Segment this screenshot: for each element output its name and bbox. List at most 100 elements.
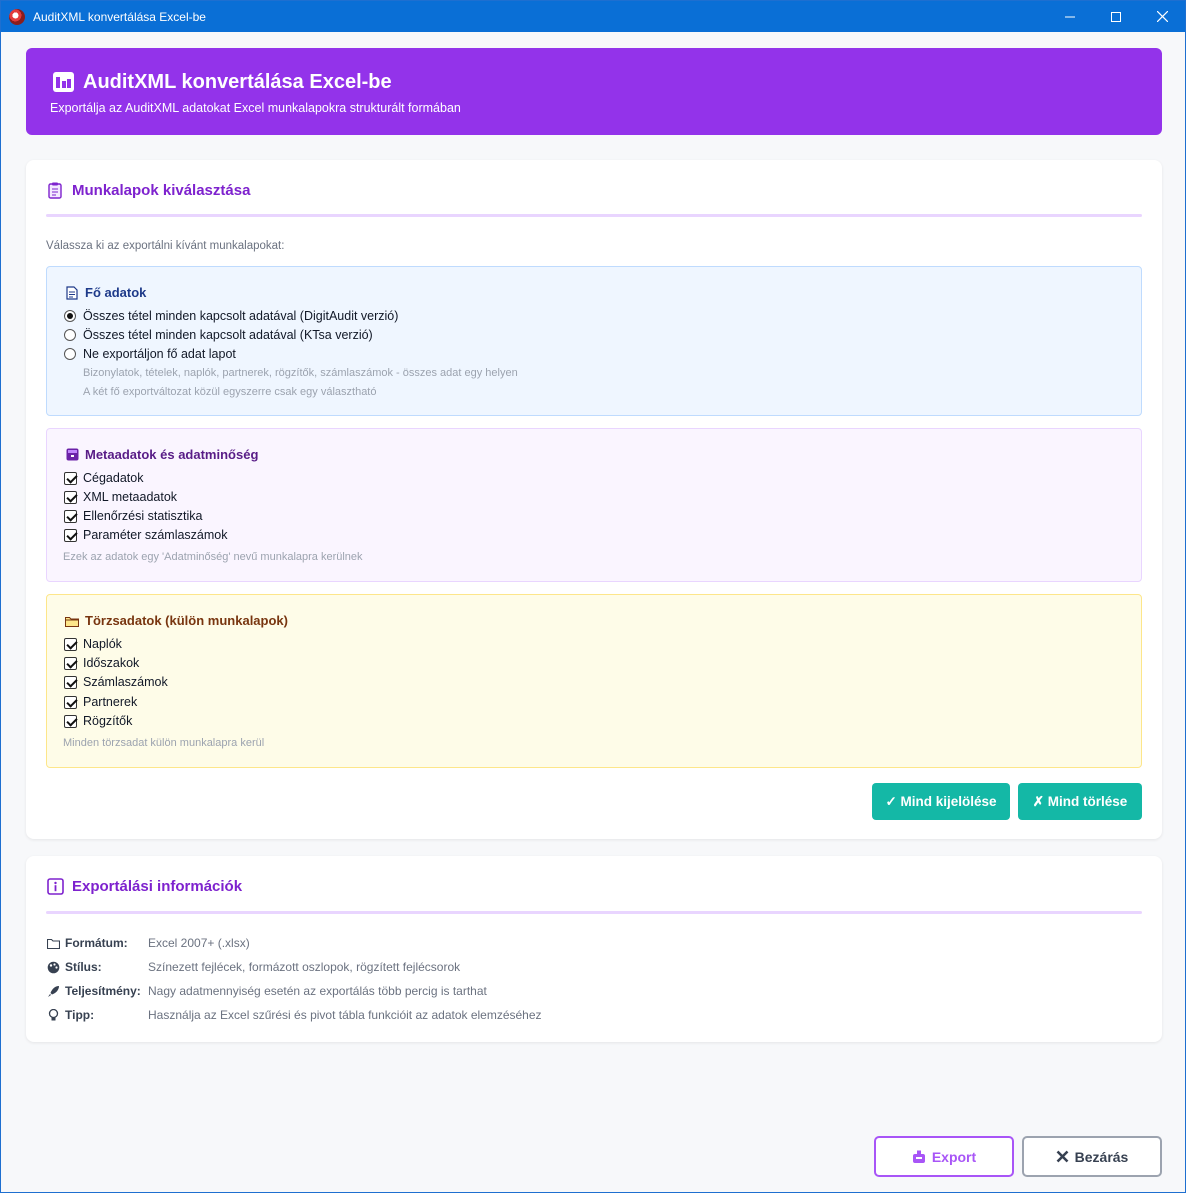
checkbox-journals[interactable]: Naplók [64, 637, 122, 651]
info-row-format: Formátum: [46, 936, 128, 950]
checkbox-recorders[interactable]: Rögzítők [64, 714, 132, 728]
archive-icon [65, 448, 79, 461]
master-data-title-label: Törzsadatok (külön munkalapok) [85, 613, 288, 628]
master-data-note: Minden törzsadat külön munkalapra kerül [63, 737, 265, 749]
app-icon [9, 8, 25, 25]
minimize-icon [1065, 16, 1075, 17]
rocket-icon [46, 985, 60, 998]
info-row-style: Stílus: [46, 960, 102, 974]
folder-icon [65, 615, 79, 627]
checkbox-label: Cégadatok [83, 471, 144, 485]
main-data-group: Fő adatok Összes tétel minden kapcsolt a… [46, 266, 1142, 416]
maximize-icon [1111, 11, 1121, 22]
export-info-title: Exportálási információk [46, 878, 242, 895]
checkbox-param-accounts[interactable]: Paraméter számlaszámok [64, 528, 228, 542]
info-row-performance: Teljesítmény: [46, 984, 141, 998]
close-icon [1156, 11, 1168, 22]
radio-button[interactable] [64, 348, 76, 360]
checkbox-label: Naplók [83, 637, 122, 651]
main-option-digitaudit[interactable]: Összes tétel minden kapcsolt adatával (D… [64, 309, 398, 323]
export-icon [912, 1150, 926, 1164]
sheets-card: Munkalapok kiválasztása Válassza ki az e… [26, 160, 1162, 839]
main-data-note: Bizonylatok, tételek, naplók, partnerek,… [83, 367, 518, 379]
master-data-group: Törzsadatok (külön munkalapok) Naplók Id… [46, 594, 1142, 768]
close-label: Bezárás [1074, 1148, 1129, 1165]
checkbox-partners[interactable]: Partnerek [64, 695, 137, 709]
checkbox-xml-metadata[interactable]: XML metaadatok [64, 490, 177, 504]
info-label: Stílus: [65, 960, 102, 974]
checkbox-label: Paraméter számlaszámok [83, 528, 228, 542]
bulb-icon [46, 1008, 60, 1022]
select-all-button[interactable]: ✓ Mind kijelölése [872, 783, 1010, 820]
info-value: Színezett fejlécek, formázott oszlopok, … [148, 960, 461, 974]
info-label: Formátum: [65, 936, 128, 950]
clear-all-button[interactable]: ✗ Mind törlése [1018, 783, 1142, 820]
metadata-group: Metaadatok és adatminőség Cégadatok XML … [46, 428, 1142, 582]
close-icon [1056, 1150, 1069, 1163]
divider [46, 911, 1142, 914]
checkbox-accounts[interactable]: Számlaszámok [64, 675, 168, 689]
close-window-button[interactable] [1139, 1, 1185, 32]
radio-button[interactable] [64, 310, 76, 322]
metadata-title: Metaadatok és adatminőség [65, 447, 258, 462]
checkbox[interactable] [64, 695, 77, 709]
export-button[interactable]: Export [874, 1136, 1014, 1177]
sheets-title-label: Munkalapok kiválasztása [72, 182, 251, 199]
checkbox-label: Időszakok [83, 656, 140, 670]
main-option-ktsa[interactable]: Összes tétel minden kapcsolt adatával (K… [64, 328, 373, 342]
clipboard-icon [46, 182, 64, 199]
export-info-title-label: Exportálási információk [72, 878, 243, 895]
checkbox-label: Számlaszámok [83, 675, 168, 689]
master-data-title: Törzsadatok (külön munkalapok) [65, 613, 288, 628]
checkbox-label: Partnerek [83, 695, 138, 709]
checkbox-check-stats[interactable]: Ellenőrzési statisztika [64, 509, 203, 523]
checkbox-label: Ellenőrzési statisztika [83, 509, 203, 523]
info-row-tip: Tipp: [46, 1008, 94, 1022]
sheets-hint: Válassza ki az exportálni kívánt munkala… [46, 240, 285, 252]
maximize-button[interactable] [1093, 1, 1139, 32]
checkbox-label: Rögzítők [83, 714, 133, 728]
export-label: Export [931, 1148, 977, 1165]
checkbox[interactable] [64, 714, 77, 728]
info-icon [46, 878, 64, 895]
main-data-title: Fő adatok [65, 285, 146, 300]
option-label: Ne exportáljon fő adat lapot [83, 347, 236, 361]
sheets-title: Munkalapok kiválasztása [46, 182, 250, 199]
checkbox[interactable] [64, 528, 77, 542]
checkbox[interactable] [64, 509, 77, 523]
divider [46, 214, 1142, 217]
palette-icon [46, 961, 60, 974]
info-value: Használja az Excel szűrési és pivot tábl… [148, 1008, 542, 1022]
main-data-note: A két fő exportváltozat közül egyszerre … [83, 386, 377, 398]
export-info-card: Exportálási információk Formátum: Excel … [26, 856, 1162, 1042]
page-title: AuditXML konvertálása Excel-be [83, 71, 392, 93]
info-label: Teljesítmény: [65, 984, 141, 998]
info-value: Nagy adatmennyiség esetén az exportálás … [148, 984, 487, 998]
main-data-title-label: Fő adatok [85, 285, 147, 300]
checkbox[interactable] [64, 637, 77, 651]
folder-icon [46, 938, 60, 949]
option-label: Összes tétel minden kapcsolt adatával (D… [83, 309, 399, 323]
metadata-note: Ezek az adatok egy 'Adatminőség' nevű mu… [63, 551, 363, 563]
main-option-none[interactable]: Ne exportáljon fő adat lapot [64, 347, 236, 361]
checkbox-periods[interactable]: Időszakok [64, 656, 139, 670]
app-window: AuditXML konvertálása Excel-be AuditXML … [0, 0, 1186, 1193]
checkbox[interactable] [64, 656, 77, 670]
close-button[interactable]: Bezárás [1022, 1136, 1162, 1177]
checkbox[interactable] [64, 675, 77, 689]
info-value: Excel 2007+ (.xlsx) [148, 936, 250, 950]
page-header: AuditXML konvertálása Excel-be Exportálj… [26, 48, 1162, 135]
option-label: Összes tétel minden kapcsolt adatával (K… [83, 328, 373, 342]
chart-icon [53, 72, 74, 92]
checkbox[interactable] [64, 471, 77, 485]
page-subtitle: Exportálja az AuditXML adatokat Excel mu… [50, 101, 461, 115]
checkbox-company-data[interactable]: Cégadatok [64, 471, 143, 485]
window-title: AuditXML konvertálása Excel-be [33, 9, 206, 24]
window-controls [1047, 1, 1185, 32]
minimize-button[interactable] [1047, 1, 1093, 32]
document-icon [65, 285, 79, 300]
checkbox[interactable] [64, 490, 77, 504]
radio-button[interactable] [64, 329, 76, 341]
metadata-title-label: Metaadatok és adatminőség [85, 447, 259, 462]
info-label: Tipp: [65, 1008, 95, 1022]
